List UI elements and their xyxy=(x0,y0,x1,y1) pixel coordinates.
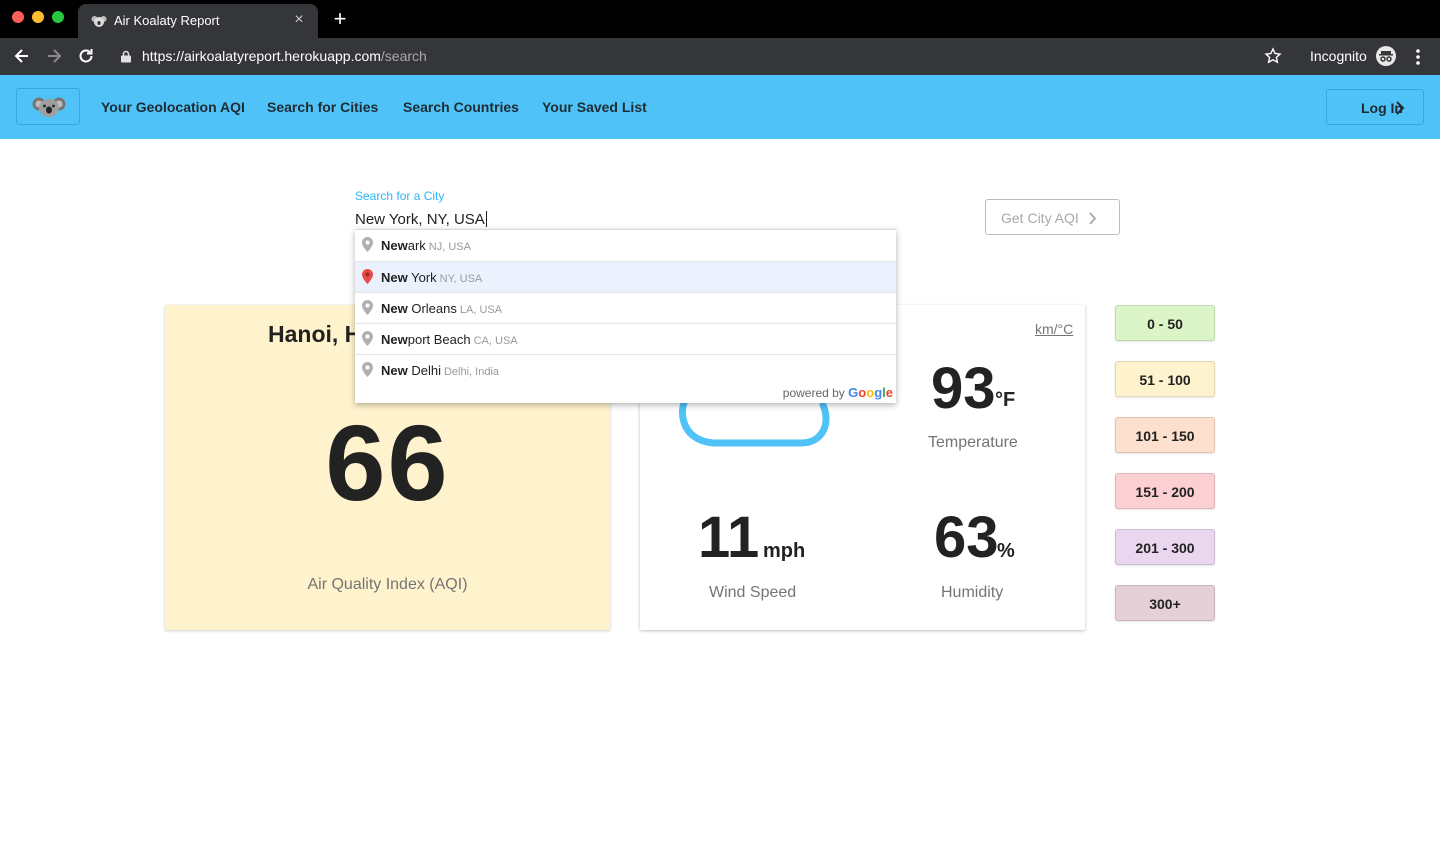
nav-geolocation-aqi[interactable]: Your Geolocation AQI xyxy=(101,99,245,115)
tab-title: Air Koalaty Report xyxy=(114,13,220,28)
map-pin-active-icon xyxy=(362,269,373,284)
suggestion-match: New xyxy=(381,238,408,253)
suggestion-new-york[interactable]: New York NY, USA xyxy=(355,261,896,292)
lock-icon xyxy=(121,50,131,63)
temperature-value: 93 xyxy=(931,356,996,421)
browser-toolbar: https://airkoalatyreport.herokuapp.com/s… xyxy=(0,38,1440,75)
browser-tab[interactable]: Air Koalaty Report × xyxy=(78,4,318,38)
bookmark-star-icon[interactable] xyxy=(1263,46,1283,66)
suggestion-secondary: CA, USA xyxy=(473,335,518,347)
powered-by-google: powered by Google xyxy=(783,385,893,400)
powered-by-label: powered by xyxy=(782,386,845,400)
suggestion-rest: York xyxy=(407,270,437,285)
legend-label: 0 - 50 xyxy=(1147,316,1183,332)
suggestion-rest: port Beach xyxy=(407,332,471,347)
legend-moderate: 51 - 100 xyxy=(1115,361,1215,397)
koala-logo-icon xyxy=(32,97,66,117)
suggestion-match: New xyxy=(381,332,408,347)
units-toggle-link[interactable]: km/°C xyxy=(1035,321,1073,337)
legend-unhealthy-sensitive: 101 - 150 xyxy=(1115,417,1215,453)
legend-unhealthy: 151 - 200 xyxy=(1115,473,1215,509)
humidity-caption: Humidity xyxy=(941,584,1004,601)
map-pin-icon xyxy=(362,331,373,346)
legend-label: 151 - 200 xyxy=(1135,484,1195,500)
get-city-aqi-label: Get City AQI xyxy=(1001,210,1079,226)
get-city-aqi-button[interactable]: Get City AQI xyxy=(985,199,1120,235)
aqi-value: 66 xyxy=(325,402,450,523)
suggestion-secondary: LA, USA xyxy=(459,304,503,316)
incognito-icon[interactable] xyxy=(1376,46,1396,66)
maximize-window-button[interactable] xyxy=(52,11,64,23)
login-button[interactable]: Log In xyxy=(1326,89,1424,125)
suggestion-new-orleans[interactable]: New Orleans LA, USA xyxy=(355,292,896,323)
map-pin-icon xyxy=(362,362,373,377)
aqi-caption: Air Quality Index (AQI) xyxy=(307,576,468,593)
humidity-value: 63 xyxy=(934,505,999,570)
legend-good: 0 - 50 xyxy=(1115,305,1215,341)
temperature-caption: Temperature xyxy=(928,434,1018,451)
home-logo-button[interactable] xyxy=(16,88,80,125)
new-tab-button[interactable]: + xyxy=(330,8,350,30)
suggestion-rest: Orleans xyxy=(407,301,457,316)
legend-label: 201 - 300 xyxy=(1135,540,1195,556)
temperature-unit: °F xyxy=(995,389,1016,411)
suggestion-secondary: NY, USA xyxy=(439,273,483,285)
city-search-input[interactable] xyxy=(355,207,895,231)
suggestion-newport-beach[interactable]: Newport Beach CA, USA xyxy=(355,323,896,354)
suggestion-rest: Delhi xyxy=(407,363,441,378)
close-window-button[interactable] xyxy=(12,11,24,23)
url-host: https://airkoalatyreport.herokuapp.com xyxy=(142,48,381,64)
suggestion-match: New xyxy=(381,301,408,316)
google-letter: e xyxy=(885,385,893,400)
google-logo: Google xyxy=(848,385,893,400)
wind-speed-value: 11 xyxy=(698,505,760,570)
nav-search-cities[interactable]: Search for Cities xyxy=(267,99,378,115)
koala-favicon-icon xyxy=(91,16,107,27)
humidity-unit: % xyxy=(997,540,1015,562)
map-pin-icon xyxy=(362,300,373,315)
suggestion-rest: ark xyxy=(407,238,426,253)
legend-hazardous: 300+ xyxy=(1115,585,1215,621)
suggestion-new-delhi[interactable]: New Delhi Delhi, India xyxy=(355,354,896,385)
back-arrow-icon[interactable] xyxy=(12,46,32,66)
search-label: Search for a City xyxy=(355,189,445,203)
incognito-label: Incognito xyxy=(1310,48,1367,64)
chevron-right-icon xyxy=(1396,101,1405,115)
nav-search-countries[interactable]: Search Countries xyxy=(403,99,519,115)
google-letter: G xyxy=(848,385,859,400)
suggestion-secondary: NJ, USA xyxy=(428,241,471,253)
wind-speed-unit: mph xyxy=(763,540,806,562)
google-letter: g xyxy=(874,385,883,400)
city-name: Hanoi, H xyxy=(268,321,362,347)
legend-label: 300+ xyxy=(1149,596,1181,612)
browser-menu-icon[interactable] xyxy=(1410,47,1426,67)
wind-speed-caption: Wind Speed xyxy=(709,584,797,601)
suggestion-match: New xyxy=(381,363,408,378)
address-bar[interactable]: https://airkoalatyreport.herokuapp.com/s… xyxy=(142,48,427,64)
google-letter: o xyxy=(866,385,875,400)
browser-tabstrip: Air Koalaty Report × + xyxy=(0,0,1440,38)
legend-label: 51 - 100 xyxy=(1139,372,1191,388)
text-caret xyxy=(486,211,487,227)
legend-very-unhealthy: 201 - 300 xyxy=(1115,529,1215,565)
autocomplete-dropdown: Newark NJ, USA New York NY, USA New Orlean… xyxy=(355,229,896,403)
forward-arrow-icon[interactable] xyxy=(44,46,64,66)
minimize-window-button[interactable] xyxy=(32,11,44,23)
suggestion-secondary: Delhi, India xyxy=(443,366,500,378)
nav-saved-list[interactable]: Your Saved List xyxy=(542,99,647,115)
tab-close-icon[interactable]: × xyxy=(290,11,308,29)
reload-icon[interactable] xyxy=(76,46,96,66)
map-pin-icon xyxy=(362,237,373,252)
suggestion-match: New xyxy=(381,270,408,285)
legend-label: 101 - 150 xyxy=(1135,428,1195,444)
url-path: /search xyxy=(380,48,427,64)
chevron-right-icon xyxy=(1089,212,1097,225)
app-navbar: Your Geolocation AQI Search for Cities S… xyxy=(0,75,1440,139)
suggestion-newark[interactable]: Newark NJ, USA xyxy=(355,230,896,261)
